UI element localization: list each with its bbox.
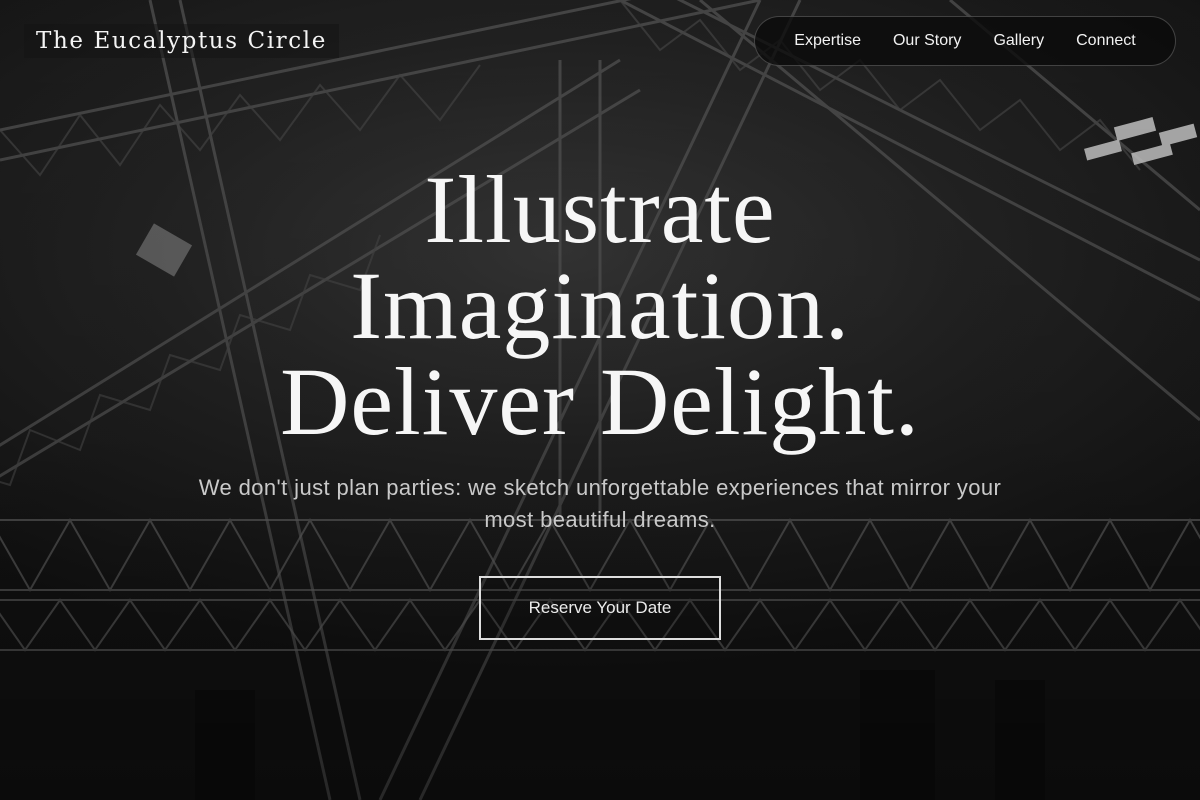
reserve-date-button[interactable]: Reserve Your Date (479, 576, 721, 640)
nav-item-gallery[interactable]: Gallery (993, 32, 1044, 50)
main-nav: Expertise Our Story Gallery Connect (754, 16, 1176, 66)
nav-item-our-story[interactable]: Our Story (893, 32, 961, 50)
hero-subtitle: We don't just plan parties: we sketch un… (198, 475, 1002, 532)
hero-title-line-3: Deliver Delight. (280, 348, 920, 455)
nav-item-connect[interactable]: Connect (1076, 32, 1136, 50)
brand-name: The Eucalyptus Circle (36, 28, 327, 54)
hero-title: Illustrate Imagination. Deliver Delight. (0, 162, 1200, 450)
hero-title-line-1: Illustrate (424, 156, 776, 263)
nav-item-expertise[interactable]: Expertise (794, 32, 861, 50)
brand-logo[interactable]: The Eucalyptus Circle (24, 24, 339, 58)
hero-title-line-2: Imagination. (350, 252, 850, 359)
